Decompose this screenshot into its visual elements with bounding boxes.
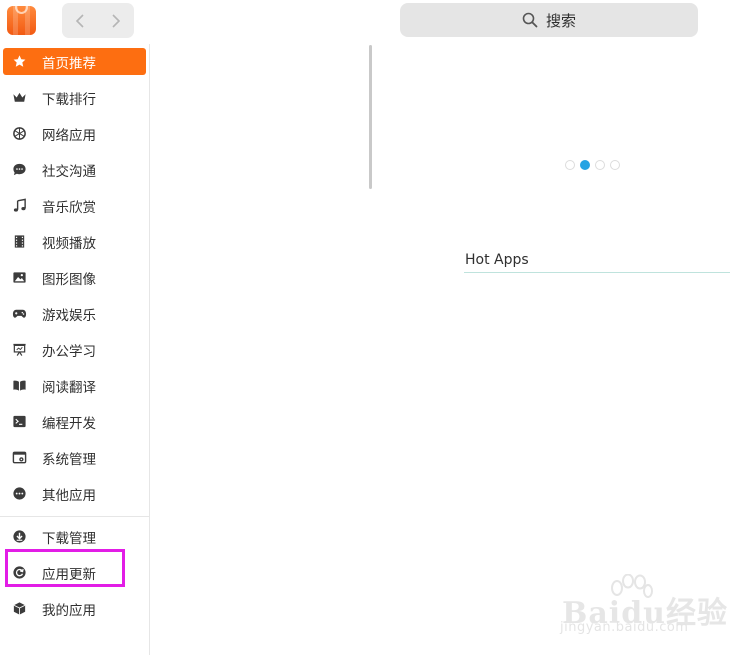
section-divider: [464, 272, 730, 273]
scrollbar[interactable]: [369, 45, 372, 189]
system-settings-icon: [12, 450, 27, 465]
more-icon: [12, 486, 27, 501]
sidebar-item-label: 音乐欣赏: [42, 199, 96, 216]
crown-icon: [12, 90, 27, 105]
carousel-indicator: [565, 160, 620, 170]
sidebar-item-label: 下载管理: [42, 530, 96, 547]
highlight-annotation-box: [5, 549, 125, 587]
sidebar-item-label: 编程开发: [42, 415, 96, 432]
carousel-dot[interactable]: [610, 160, 620, 170]
sidebar-item-office[interactable]: 办公学习: [3, 336, 146, 363]
sidebar-item-other[interactable]: 其他应用: [3, 480, 146, 507]
navigation-buttons: [62, 3, 134, 38]
carousel-dot[interactable]: [565, 160, 575, 170]
sidebar-item-home-recommend[interactable]: 首页推荐: [3, 48, 146, 75]
sidebar-item-label: 视频播放: [42, 235, 96, 252]
sidebar-item-network-apps[interactable]: 网络应用: [3, 120, 146, 147]
watermark: Baidu经验 jingyan.baidu.com: [560, 574, 730, 640]
book-icon: [12, 378, 27, 393]
watermark-url: jingyan.baidu.com: [560, 620, 689, 635]
sidebar-item-download-ranking[interactable]: 下载排行: [3, 84, 146, 111]
back-button[interactable]: [62, 3, 98, 38]
box-icon: [12, 601, 27, 616]
sidebar-item-label: 阅读翻译: [42, 379, 96, 396]
film-icon: [12, 234, 27, 249]
sidebar-item-label: 游戏娱乐: [42, 307, 96, 324]
sidebar-item-programming[interactable]: 编程开发: [3, 408, 146, 435]
image-icon: [12, 270, 27, 285]
sidebar-item-video[interactable]: 视频播放: [3, 228, 146, 255]
sidebar-item-music[interactable]: 音乐欣赏: [3, 192, 146, 219]
music-note-icon: [12, 198, 27, 213]
sidebar-item-games[interactable]: 游戏娱乐: [3, 300, 146, 327]
sidebar-item-label: 其他应用: [42, 487, 96, 504]
chevron-right-icon: [112, 13, 121, 28]
search-label: 搜索: [545, 11, 576, 30]
sidebar-item-label: 系统管理: [42, 451, 96, 468]
sidebar-divider: [0, 516, 149, 517]
app-logo: [7, 6, 36, 35]
sidebar-item-social[interactable]: 社交沟通: [3, 156, 146, 183]
sidebar-item-label: 我的应用: [42, 602, 96, 619]
sidebar-item-reading[interactable]: 阅读翻译: [3, 372, 146, 399]
download-icon: [12, 529, 27, 544]
search-button[interactable]: 搜索: [400, 3, 698, 37]
sidebar-item-label: 图形图像: [42, 271, 96, 288]
carousel-dot-active[interactable]: [580, 160, 590, 170]
star-icon: [12, 54, 27, 69]
sidebar-item-label: 下载排行: [42, 91, 96, 108]
sidebar-item-label: 首页推荐: [42, 55, 96, 72]
section-title: Hot Apps: [465, 252, 529, 268]
presentation-icon: [12, 342, 27, 357]
terminal-icon: [12, 414, 27, 429]
sidebar-item-label: 社交沟通: [42, 163, 96, 180]
forward-button[interactable]: [98, 3, 134, 38]
chevron-left-icon: [75, 13, 84, 28]
carousel-dot[interactable]: [595, 160, 605, 170]
sidebar-item-label: 办公学习: [42, 343, 96, 360]
sidebar-item-label: 网络应用: [42, 127, 96, 144]
sidebar-item-graphics[interactable]: 图形图像: [3, 264, 146, 291]
search-icon: [522, 12, 538, 28]
chat-icon: [12, 162, 27, 177]
sidebar-item-my-apps[interactable]: 我的应用: [3, 595, 146, 622]
globe-icon: [12, 126, 27, 141]
gamepad-icon: [12, 306, 27, 321]
sidebar-item-system[interactable]: 系统管理: [3, 444, 146, 471]
sidebar-item-download-manager[interactable]: 下载管理: [3, 523, 146, 550]
